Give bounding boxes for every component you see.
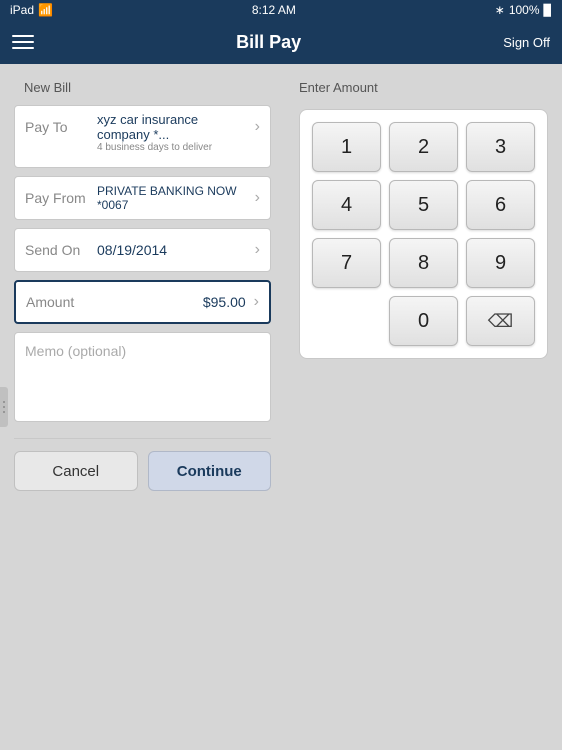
bluetooth-icon: ∗ <box>495 3 505 17</box>
numpad-key-7[interactable]: 7 <box>312 238 381 288</box>
memo-placeholder: Memo (optional) <box>25 343 126 359</box>
continue-button[interactable]: Continue <box>148 451 272 491</box>
new-bill-label: New Bill <box>24 80 271 95</box>
send-on-row[interactable]: Send On 08/19/2014 › <box>14 228 271 272</box>
action-buttons: Cancel Continue <box>14 451 271 491</box>
pay-to-subtext: 4 business days to deliver <box>25 142 212 153</box>
numpad-key-5[interactable]: 5 <box>389 180 458 230</box>
numpad-key-1[interactable]: 1 <box>312 122 381 172</box>
pay-to-row[interactable]: Pay To xyz car insurance company *... › … <box>14 105 271 168</box>
amount-value: $95.00 <box>98 294 250 310</box>
pay-from-row[interactable]: Pay From PRIVATE BANKING NOW *0067 › <box>14 176 271 220</box>
divider <box>14 438 271 439</box>
wifi-icon: 📶 <box>38 3 53 17</box>
amount-label: Amount <box>26 294 98 310</box>
pay-to-label: Pay To <box>25 119 97 135</box>
send-on-value: 08/19/2014 <box>97 242 251 258</box>
backspace-icon: ⌫ <box>488 311 513 332</box>
cancel-button[interactable]: Cancel <box>14 451 138 491</box>
memo-field[interactable]: Memo (optional) <box>14 332 271 422</box>
page-title: Bill Pay <box>34 32 503 53</box>
right-panel: Enter Amount 123 456 7890 ⌫ <box>285 64 562 750</box>
amount-chevron-icon: › <box>254 293 259 311</box>
numpad-key-0[interactable]: 0 <box>389 296 458 346</box>
main-content: New Bill Pay To xyz car insurance compan… <box>0 64 562 750</box>
pay-from-label: Pay From <box>25 190 97 206</box>
numpad-backspace-button[interactable]: ⌫ <box>466 296 535 346</box>
battery-label: 100% <box>509 3 540 17</box>
numpad-empty <box>312 296 381 346</box>
pay-from-chevron-icon: › <box>255 189 260 207</box>
carrier-label: iPad <box>10 3 34 17</box>
drag-handle[interactable] <box>0 387 8 427</box>
numpad-key-6[interactable]: 6 <box>466 180 535 230</box>
amount-row[interactable]: Amount $95.00 › <box>14 280 271 324</box>
status-left: iPad 📶 <box>10 3 53 17</box>
sign-off-button[interactable]: Sign Off <box>503 35 550 50</box>
numpad-key-8[interactable]: 8 <box>389 238 458 288</box>
menu-button[interactable] <box>12 35 34 49</box>
numpad: 123 456 7890 ⌫ <box>299 109 548 359</box>
pay-to-value: xyz car insurance company *... <box>97 112 251 142</box>
status-bar: iPad 📶 8:12 AM ∗ 100% ▉ <box>0 0 562 20</box>
enter-amount-label: Enter Amount <box>299 80 548 95</box>
send-on-chevron-icon: › <box>255 241 260 259</box>
send-on-label: Send On <box>25 242 97 258</box>
battery-icon: ▉ <box>544 4 552 17</box>
left-panel: New Bill Pay To xyz car insurance compan… <box>0 64 285 750</box>
numpad-key-4[interactable]: 4 <box>312 180 381 230</box>
status-right: ∗ 100% ▉ <box>495 3 552 17</box>
numpad-key-2[interactable]: 2 <box>389 122 458 172</box>
pay-from-value: PRIVATE BANKING NOW *0067 <box>97 184 251 212</box>
time-label: 8:12 AM <box>252 3 296 17</box>
app-header: Bill Pay Sign Off <box>0 20 562 64</box>
numpad-key-9[interactable]: 9 <box>466 238 535 288</box>
pay-to-chevron-icon: › <box>255 118 260 136</box>
numpad-key-3[interactable]: 3 <box>466 122 535 172</box>
